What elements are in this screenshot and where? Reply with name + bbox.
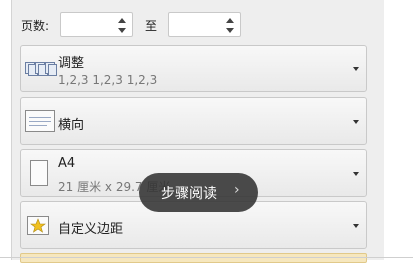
chevron-right-icon: › bbox=[234, 182, 240, 198]
spin-up-icon[interactable] bbox=[118, 18, 126, 23]
spin-up-icon[interactable] bbox=[226, 18, 234, 23]
page-background bbox=[384, 0, 413, 260]
collation-detail: 1,2,3 1,2,3 1,2,3 bbox=[58, 73, 158, 87]
custom-margins-star-icon bbox=[27, 216, 49, 235]
paper-size-label: A4 bbox=[58, 156, 76, 171]
collation-label: 调整 bbox=[58, 56, 85, 71]
page-from-spinbox[interactable] bbox=[60, 12, 133, 37]
orientation-dropdown[interactable]: 横向 bbox=[20, 97, 367, 145]
chevron-down-icon bbox=[353, 224, 359, 228]
chevron-down-icon bbox=[353, 67, 359, 71]
step-reading-label: 步骤阅读 bbox=[161, 186, 217, 202]
orientation-label: 横向 bbox=[58, 118, 85, 133]
collate-pages-icon bbox=[25, 62, 57, 76]
spin-down-icon[interactable] bbox=[118, 28, 126, 33]
spin-down-icon[interactable] bbox=[226, 28, 234, 33]
divider bbox=[0, 257, 413, 258]
collation-dropdown[interactable]: 调整 1,2,3 1,2,3 1,2,3 bbox=[20, 45, 367, 92]
highlighted-option-bar[interactable] bbox=[20, 253, 367, 263]
step-reading-button[interactable]: 步骤阅读 › bbox=[139, 173, 258, 212]
to-label: 至 bbox=[145, 19, 158, 33]
chevron-down-icon bbox=[353, 120, 359, 124]
margins-label: 自定义边距 bbox=[58, 222, 124, 237]
pages-label: 页数: bbox=[21, 19, 50, 33]
page-to-spinbox[interactable] bbox=[168, 12, 241, 37]
chevron-down-icon bbox=[353, 172, 359, 176]
landscape-page-icon bbox=[25, 110, 55, 132]
paper-page-icon bbox=[30, 160, 48, 186]
